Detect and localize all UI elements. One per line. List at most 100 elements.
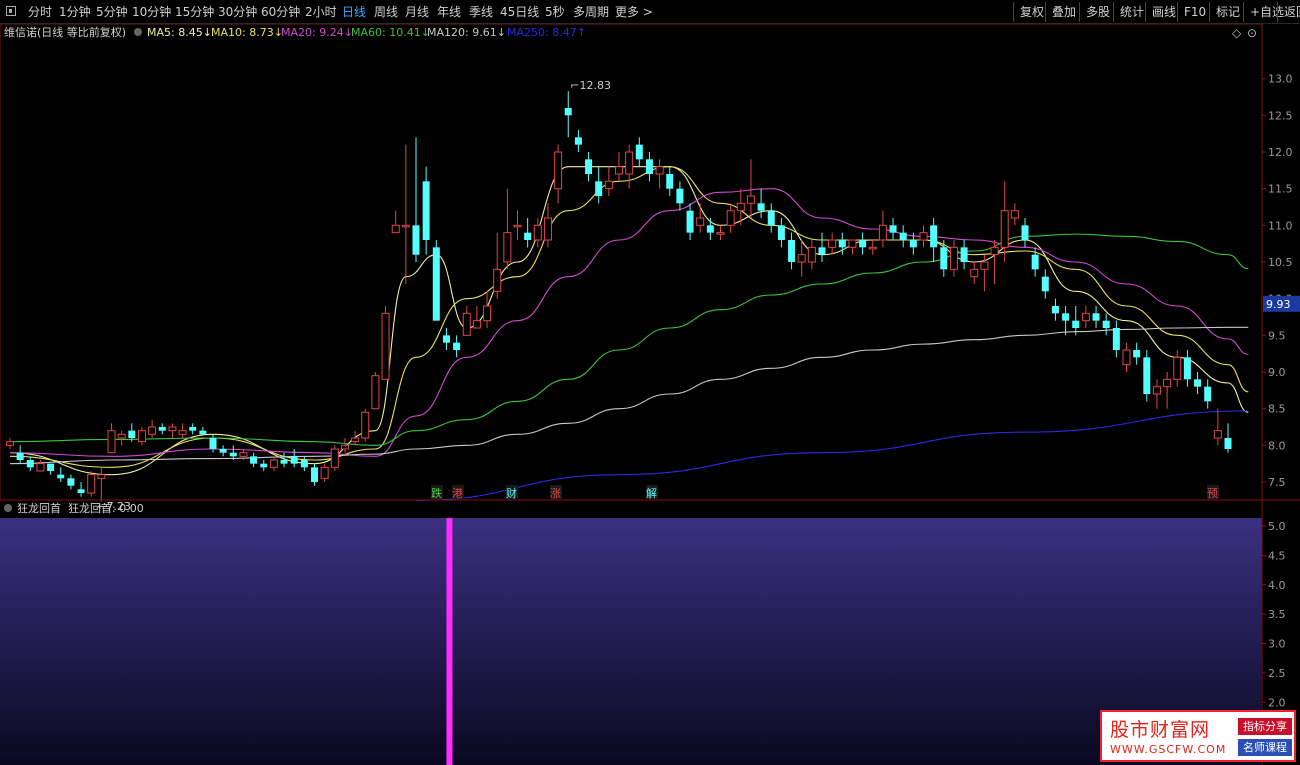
candle-body bbox=[828, 239, 837, 248]
candle-body bbox=[250, 456, 258, 464]
candle-body bbox=[381, 312, 390, 380]
y-tick-label: 9.0 bbox=[1268, 366, 1286, 379]
candle-body bbox=[209, 438, 217, 449]
period-12-button[interactable]: 季线 bbox=[469, 4, 493, 20]
period-2-button[interactable]: 5分钟 bbox=[96, 4, 128, 20]
candle-body bbox=[340, 444, 349, 450]
ma-label-ma60: MA60: 10.41↓ bbox=[351, 26, 430, 39]
candle-body bbox=[1021, 225, 1029, 240]
ma-label-ma250: MA250: 8.47↑ bbox=[507, 26, 586, 39]
period-8-button[interactable]: 日线 bbox=[342, 4, 366, 20]
candle-body bbox=[980, 261, 989, 270]
candle-body bbox=[899, 232, 907, 240]
candle-body bbox=[889, 225, 897, 233]
candle-body bbox=[391, 224, 400, 234]
candle-body bbox=[1062, 313, 1070, 321]
y-tick-label: 7.5 bbox=[1268, 476, 1286, 489]
period-4-button[interactable]: 15分钟 bbox=[175, 4, 214, 20]
candle-body bbox=[1092, 313, 1100, 321]
y-tick-label: 9.5 bbox=[1268, 329, 1286, 342]
period-7-button[interactable]: 2小时 bbox=[305, 4, 337, 20]
candle-body bbox=[848, 239, 857, 248]
indicator-settings-icon bbox=[4, 504, 12, 512]
candle-body bbox=[574, 137, 582, 145]
candle-body bbox=[453, 342, 461, 350]
candle-body bbox=[67, 478, 75, 486]
candle-body bbox=[1163, 378, 1172, 388]
toolbar-right-button-2[interactable]: 多股 bbox=[1079, 2, 1110, 22]
candle-body bbox=[412, 225, 420, 255]
candle-body bbox=[625, 151, 634, 175]
period-1-button[interactable]: 1分钟 bbox=[59, 4, 91, 20]
candle-body bbox=[1081, 312, 1090, 322]
candle-body bbox=[1143, 357, 1151, 394]
period-5-button[interactable]: 30分钟 bbox=[218, 4, 257, 20]
candle-body bbox=[990, 246, 999, 256]
candle-body bbox=[1152, 386, 1161, 395]
watermark-title: 股市财富网 bbox=[1110, 719, 1211, 741]
period-15-button[interactable]: 多周期 bbox=[573, 4, 609, 20]
toolbar-right-button-4[interactable]: 画线 bbox=[1145, 2, 1176, 22]
toolbar-right-button-1[interactable]: 叠加 bbox=[1045, 2, 1076, 22]
event-marker-0: 跌 bbox=[431, 486, 442, 500]
stock-chart[interactable]: 维信诺(日线 等比前复权) MA5: 8.45↓ MA10: 8.73↓MA20: … bbox=[0, 24, 1300, 765]
ma-label-ma5: MA5: 8.45↓ bbox=[147, 26, 212, 39]
candle-body bbox=[1010, 210, 1019, 219]
event-marker-3: 涨 bbox=[550, 487, 561, 500]
candle-body bbox=[554, 151, 563, 190]
candle-body bbox=[36, 463, 45, 472]
period-11-button[interactable]: 年线 bbox=[437, 4, 461, 20]
toolbar-right-button-3[interactable]: 统计 bbox=[1113, 2, 1144, 22]
candle-body bbox=[219, 449, 227, 453]
candle-body bbox=[635, 144, 643, 160]
period-9-button[interactable]: 周线 bbox=[374, 4, 398, 20]
candle-body bbox=[1183, 357, 1191, 380]
candle-body bbox=[838, 240, 846, 248]
candle-body bbox=[1000, 210, 1009, 248]
period-10-button[interactable]: 月线 bbox=[405, 4, 429, 20]
candle-body bbox=[1122, 349, 1131, 366]
candle-body bbox=[432, 247, 440, 321]
period-16-button[interactable]: 更多 > bbox=[615, 4, 653, 20]
candle-body bbox=[1112, 328, 1120, 350]
candle-body bbox=[97, 474, 106, 479]
candle-body bbox=[818, 247, 826, 255]
event-marker-2: 财 bbox=[506, 486, 517, 500]
candle-body bbox=[585, 159, 593, 174]
period-3-button[interactable]: 10分钟 bbox=[132, 4, 171, 20]
candle-body bbox=[543, 217, 552, 241]
indicator-y-label: 3.0 bbox=[1268, 638, 1286, 651]
candle-body bbox=[726, 210, 735, 226]
candle-body bbox=[645, 159, 653, 174]
site-watermark: 股市财富网 WWW.GSCFW.COM 指标分享 名师课程 bbox=[1100, 710, 1296, 762]
y-tick-label: 8.0 bbox=[1268, 439, 1286, 452]
toolbar-right-button-6[interactable]: 标记 bbox=[1209, 2, 1240, 22]
candle-body bbox=[158, 427, 166, 431]
toolbar-right-button-0[interactable]: 复权 bbox=[1013, 2, 1044, 22]
candle-body bbox=[746, 195, 755, 204]
candle-body bbox=[1133, 350, 1141, 358]
candle-body bbox=[128, 430, 136, 438]
candle-body bbox=[189, 427, 197, 431]
candle-body bbox=[960, 247, 968, 262]
candle-body bbox=[47, 463, 55, 471]
toolbar-right-button-5[interactable]: F10 bbox=[1177, 2, 1206, 22]
indicator-y-label: 3.5 bbox=[1268, 608, 1286, 621]
stock-title: 维信诺(日线 等比前复权) bbox=[4, 25, 126, 39]
candle-body bbox=[199, 430, 207, 435]
candle-body bbox=[148, 426, 157, 435]
period-6-button[interactable]: 60分钟 bbox=[261, 4, 300, 20]
toolbar-right-button-8[interactable]: 返回 bbox=[1277, 2, 1300, 22]
event-marker-1: 港 bbox=[452, 487, 463, 500]
candle-body bbox=[137, 430, 146, 443]
period-13-button[interactable]: 45日线 bbox=[500, 4, 539, 20]
indicator-signal-bar bbox=[446, 518, 453, 765]
candle-body bbox=[868, 246, 877, 250]
indicator-y-label: 2.5 bbox=[1268, 667, 1286, 680]
period-0-button[interactable]: 分时 bbox=[28, 4, 52, 20]
current-price-label: 9.93 bbox=[1266, 298, 1291, 311]
watermark-url: WWW.GSCFW.COM bbox=[1110, 743, 1227, 756]
panel-toggle-icon[interactable] bbox=[6, 6, 16, 16]
period-14-button[interactable]: 5秒 bbox=[545, 4, 565, 20]
candle-body bbox=[1194, 379, 1202, 387]
